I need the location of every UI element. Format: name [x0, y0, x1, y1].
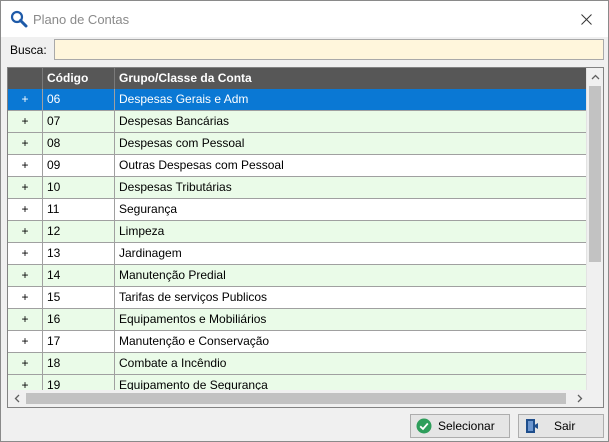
codigo-cell: 16 [43, 309, 115, 331]
accounts-grid[interactable]: Código Grupo/Classe da Conta + 06 Despes… [7, 67, 604, 408]
column-header-grupo[interactable]: Grupo/Classe da Conta [115, 68, 588, 89]
table-row[interactable]: + 09 Outras Despesas com Pessoal [8, 155, 588, 177]
codigo-cell: 10 [43, 177, 115, 199]
grupo-cell: Jardinagem [119, 246, 182, 260]
vertical-scroll-thumb[interactable] [589, 86, 601, 262]
grupo-cell: Despesas Tributárias [119, 180, 232, 194]
codigo-cell: 09 [43, 155, 115, 177]
plano-de-contas-dialog: Plano de Contas Busca: Código Grupo/Clas… [0, 0, 609, 442]
grupo-cell: Despesas Bancárias [119, 114, 230, 128]
table-row[interactable]: + 12 Limpeza [8, 221, 588, 243]
select-button[interactable]: Selecionar [410, 414, 510, 438]
grupo-cell: Segurança [119, 202, 178, 216]
table-row[interactable]: + 15 Tarifas de serviços Publicos [8, 287, 588, 309]
grupo-cell: Outras Despesas com Pessoal [119, 158, 284, 172]
select-button-label: Selecionar [438, 419, 495, 433]
codigo-cell: 15 [43, 287, 115, 309]
table-row[interactable]: + 07 Despesas Bancárias [8, 111, 588, 133]
codigo-cell: 17 [43, 331, 115, 353]
expand-toggle[interactable]: + [8, 287, 43, 309]
grupo-cell: Combate a Incêndio [119, 356, 227, 370]
search-input[interactable] [54, 39, 604, 60]
close-button[interactable] [564, 1, 608, 37]
table-row[interactable]: + 16 Equipamentos e Mobiliários [8, 309, 588, 331]
table-row[interactable]: + 06 Despesas Gerais e Adm [8, 89, 588, 111]
expand-toggle[interactable]: + [8, 199, 43, 221]
expand-toggle[interactable]: + [8, 243, 43, 265]
expand-toggle[interactable]: + [8, 177, 43, 199]
grid-rows: + 06 Despesas Gerais e Adm + 07 Despesas… [8, 89, 588, 407]
expand-toggle[interactable]: + [8, 111, 43, 133]
expand-toggle[interactable]: + [8, 89, 43, 111]
table-row[interactable]: + 13 Jardinagem [8, 243, 588, 265]
codigo-cell: 18 [43, 353, 115, 375]
codigo-cell: 12 [43, 221, 115, 243]
table-row[interactable]: + 17 Manutenção e Conservação [8, 331, 588, 353]
codigo-cell: 14 [43, 265, 115, 287]
exit-door-icon [526, 419, 538, 433]
expand-toggle[interactable]: + [8, 331, 43, 353]
window-title: Plano de Contas [33, 12, 130, 27]
codigo-cell: 07 [43, 111, 115, 133]
table-row[interactable]: + 11 Segurança [8, 199, 588, 221]
codigo-cell: 13 [43, 243, 115, 265]
table-row[interactable]: + 18 Combate a Incêndio [8, 353, 588, 375]
codigo-cell: 08 [43, 133, 115, 155]
grupo-cell: Equipamentos e Mobiliários [119, 312, 267, 326]
grupo-cell: Manutenção e Conservação [119, 334, 270, 348]
grupo-cell: Manutenção Predial [119, 268, 226, 282]
scrollbar-corner [586, 390, 603, 407]
table-row[interactable]: + 08 Despesas com Pessoal [8, 133, 588, 155]
check-circle-icon [416, 418, 432, 434]
search-icon [10, 10, 28, 28]
scroll-left-button[interactable] [8, 390, 25, 407]
grupo-cell: Tarifas de serviços Publicos [119, 290, 268, 304]
table-row[interactable]: + 10 Despesas Tributárias [8, 177, 588, 199]
column-header-expander[interactable] [8, 68, 43, 89]
expand-toggle[interactable]: + [8, 221, 43, 243]
chevron-up-icon [591, 74, 599, 79]
exit-button[interactable]: Sair [518, 414, 604, 438]
expand-toggle[interactable]: + [8, 353, 43, 375]
expand-toggle[interactable]: + [8, 155, 43, 177]
expand-toggle[interactable]: + [8, 309, 43, 331]
grid-header: Código Grupo/Classe da Conta [8, 68, 588, 89]
codigo-cell: 11 [43, 199, 115, 221]
chevron-left-icon [14, 394, 19, 403]
column-header-codigo[interactable]: Código [43, 68, 115, 89]
grupo-cell: Despesas Gerais e Adm [119, 92, 249, 106]
search-label: Busca: [10, 43, 47, 57]
chevron-right-icon [577, 394, 582, 403]
exit-button-label: Sair [554, 419, 576, 433]
grupo-cell: Limpeza [119, 224, 165, 238]
horizontal-scrollbar[interactable] [8, 390, 588, 407]
table-row[interactable]: + 14 Manutenção Predial [8, 265, 588, 287]
vertical-scrollbar[interactable] [586, 68, 603, 407]
title-bar: Plano de Contas [1, 1, 608, 37]
expand-toggle[interactable]: + [8, 133, 43, 155]
codigo-cell: 06 [43, 89, 115, 111]
grupo-cell: Despesas com Pessoal [119, 136, 245, 150]
expand-toggle[interactable]: + [8, 265, 43, 287]
scroll-up-button[interactable] [587, 68, 603, 85]
close-icon [580, 13, 592, 25]
horizontal-scroll-thumb[interactable] [26, 393, 566, 404]
